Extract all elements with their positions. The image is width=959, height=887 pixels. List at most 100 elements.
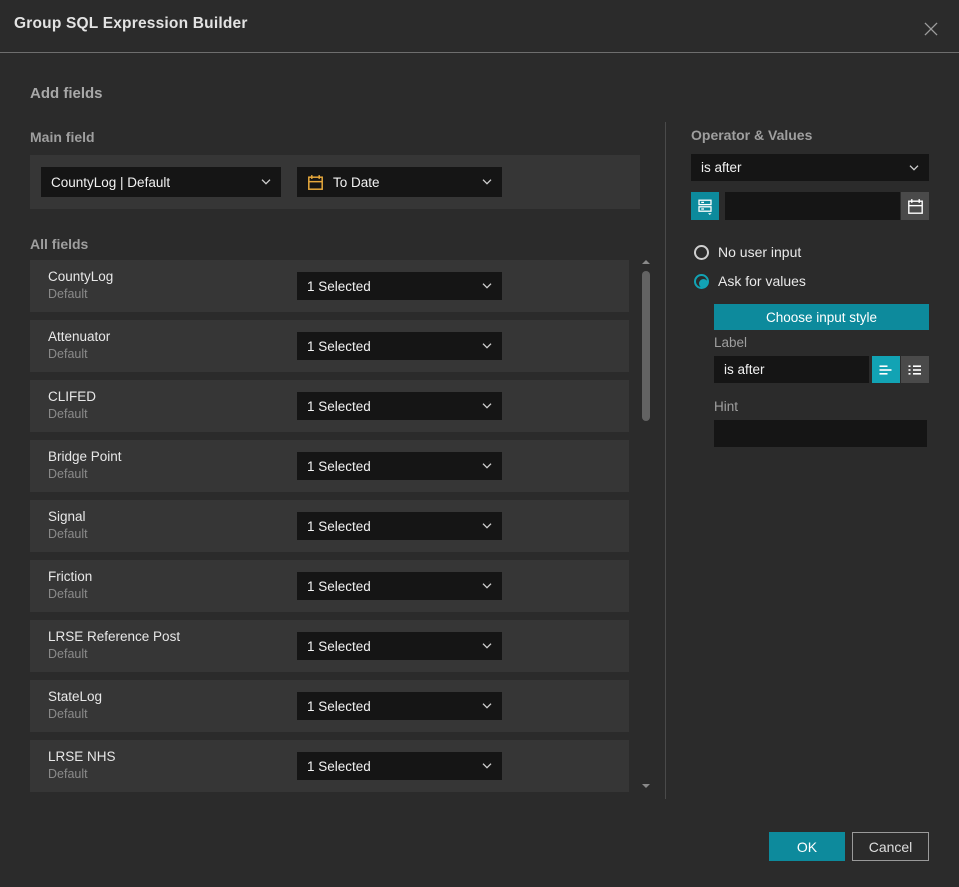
field-selected-value: 1 Selected [307, 458, 371, 474]
field-row: Signal Default 1 Selected [30, 500, 629, 552]
radio-icon [694, 273, 709, 289]
hint-input[interactable] [714, 420, 927, 447]
single-line-input-icon [878, 363, 894, 377]
field-row: CountyLog Default 1 Selected [30, 260, 629, 312]
field-selected-dropdown[interactable]: 1 Selected [297, 392, 502, 420]
chevron-down-icon [482, 643, 492, 649]
radio-no-user-input[interactable]: No user input [694, 244, 801, 260]
vertical-divider [665, 122, 666, 799]
calendar-icon [907, 198, 924, 215]
field-selected-dropdown[interactable]: 1 Selected [297, 572, 502, 600]
ok-button[interactable]: OK [769, 832, 845, 861]
hint-field-label: Hint [714, 399, 739, 414]
field-row: LRSE Reference Post Default 1 Selected [30, 620, 629, 672]
list-input-style-button[interactable] [901, 356, 929, 383]
chevron-down-icon [482, 179, 492, 185]
scrollbar-up-arrow[interactable] [642, 260, 650, 264]
chevron-down-icon [482, 703, 492, 709]
all-fields-heading: All fields [30, 236, 89, 252]
field-name: CLIFED [48, 389, 97, 404]
value-input[interactable] [725, 192, 900, 220]
field-selected-value: 1 Selected [307, 338, 371, 354]
chevron-down-icon [482, 283, 492, 289]
field-row: Bridge Point Default 1 Selected [30, 440, 629, 492]
chevron-down-icon [482, 343, 492, 349]
label-input[interactable] [714, 356, 869, 383]
header-divider [0, 52, 959, 53]
main-field-heading: Main field [30, 129, 95, 145]
field-name: Bridge Point [48, 449, 122, 464]
field-selected-value: 1 Selected [307, 638, 371, 654]
operator-values-heading: Operator & Values [691, 127, 813, 143]
field-name: StateLog [48, 689, 103, 704]
dialog-title: Group SQL Expression Builder [14, 15, 248, 32]
cancel-button[interactable]: Cancel [852, 832, 929, 861]
field-name: Attenuator [48, 329, 111, 344]
date-field-select[interactable]: To Date [297, 167, 502, 197]
field-name: Signal [48, 509, 86, 524]
field-row: Friction Default 1 Selected [30, 560, 629, 612]
field-subtitle: Default [48, 467, 88, 481]
calendar-picker-button[interactable] [901, 192, 929, 220]
field-selected-value: 1 Selected [307, 278, 371, 294]
field-selected-value: 1 Selected [307, 758, 371, 774]
add-fields-heading: Add fields [30, 85, 103, 102]
field-subtitle: Default [48, 347, 88, 361]
main-field-select[interactable]: CountyLog | Default [41, 167, 281, 197]
field-subtitle: Default [48, 527, 88, 541]
date-field-select-value: To Date [333, 174, 380, 190]
field-selected-dropdown[interactable]: 1 Selected [297, 632, 502, 660]
chevron-down-icon [261, 179, 271, 185]
field-subtitle: Default [48, 767, 88, 781]
operator-select[interactable]: is after [691, 154, 929, 181]
field-selected-value: 1 Selected [307, 518, 371, 534]
field-row: StateLog Default 1 Selected [30, 680, 629, 732]
field-selected-dropdown[interactable]: 1 Selected [297, 272, 502, 300]
calendar-icon [307, 174, 324, 191]
label-field-label: Label [714, 335, 748, 350]
value-type-button[interactable] [691, 192, 719, 220]
field-name: LRSE Reference Post [48, 629, 181, 644]
field-selected-value: 1 Selected [307, 698, 371, 714]
field-name: CountyLog [48, 269, 114, 284]
radio-ask-for-values-label: Ask for values [718, 273, 806, 289]
single-line-input-style-button[interactable] [872, 356, 900, 383]
radio-icon [694, 244, 709, 260]
chevron-down-icon [482, 763, 492, 769]
close-button[interactable] [918, 16, 944, 42]
close-icon [920, 18, 942, 40]
field-selected-dropdown[interactable]: 1 Selected [297, 452, 502, 480]
group-sql-expression-builder-dialog: Group SQL Expression Builder Add fields … [0, 0, 959, 887]
chevron-down-icon [482, 583, 492, 589]
scrollbar-thumb[interactable] [642, 271, 650, 421]
field-row: Attenuator Default 1 Selected [30, 320, 629, 372]
field-row: CLIFED Default 1 Selected [30, 380, 629, 432]
field-selected-dropdown[interactable]: 1 Selected [297, 692, 502, 720]
scrollbar-down-arrow[interactable] [642, 784, 650, 788]
main-field-select-value: CountyLog | Default [51, 174, 171, 190]
chevron-down-icon [482, 463, 492, 469]
all-fields-list: CountyLog Default 1 Selected Attenuator … [30, 260, 629, 800]
chevron-down-icon [482, 403, 492, 409]
operator-select-value: is after [701, 160, 742, 175]
field-subtitle: Default [48, 407, 88, 421]
field-subtitle: Default [48, 647, 88, 661]
field-name: Friction [48, 569, 93, 584]
field-subtitle: Default [48, 707, 88, 721]
choose-input-style-button[interactable]: Choose input style [714, 304, 929, 330]
field-subtitle: Default [48, 287, 88, 301]
field-selected-value: 1 Selected [307, 578, 371, 594]
field-name: LRSE NHS [48, 749, 116, 764]
field-selected-value: 1 Selected [307, 398, 371, 414]
field-selected-dropdown[interactable]: 1 Selected [297, 332, 502, 360]
chevron-down-icon [909, 164, 919, 171]
radio-no-user-input-label: No user input [718, 244, 802, 260]
field-selected-dropdown[interactable]: 1 Selected [297, 512, 502, 540]
chevron-down-icon [482, 523, 492, 529]
field-subtitle: Default [48, 587, 88, 601]
field-selected-dropdown[interactable]: 1 Selected [297, 752, 502, 780]
value-type-icon [696, 197, 714, 215]
list-input-icon [907, 363, 923, 377]
field-row: LRSE NHS Default 1 Selected [30, 740, 629, 792]
radio-ask-for-values[interactable]: Ask for values [694, 273, 806, 289]
